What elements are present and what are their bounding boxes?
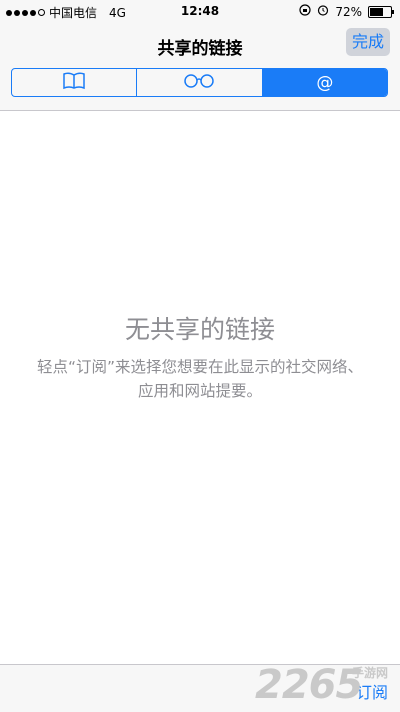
tab-shared-links[interactable]: @ <box>262 69 387 96</box>
watermark-logo: 2265 <box>255 662 363 708</box>
watermark-sub: 手游网 <box>352 666 389 680</box>
status-right: 72% <box>299 4 394 19</box>
tab-bookmarks[interactable] <box>12 69 138 96</box>
book-icon <box>62 71 86 94</box>
tab-reading-list[interactable] <box>137 69 263 96</box>
empty-state-description: 轻点“订阅”来选择您想要在此显示的社交网络、应用和网站提要。 <box>36 358 364 400</box>
alarm-icon <box>317 4 329 19</box>
status-bar: 中国电信 4G 12:48 72% <box>0 0 400 22</box>
glasses-icon <box>182 73 216 92</box>
segment-bar: @ <box>0 64 400 111</box>
rotation-lock-icon <box>299 4 311 19</box>
page-title: 共享的链接 <box>157 39 243 59</box>
segmented-control: @ <box>11 68 388 97</box>
done-button[interactable]: 完成 <box>345 28 390 56</box>
empty-state-title: 无共享的链接 <box>124 315 275 344</box>
battery-icon <box>368 5 394 18</box>
at-icon: @ <box>316 72 334 93</box>
navigation-bar: 共享的链接 完成 <box>0 22 400 64</box>
battery-percent: 72% <box>335 4 362 19</box>
